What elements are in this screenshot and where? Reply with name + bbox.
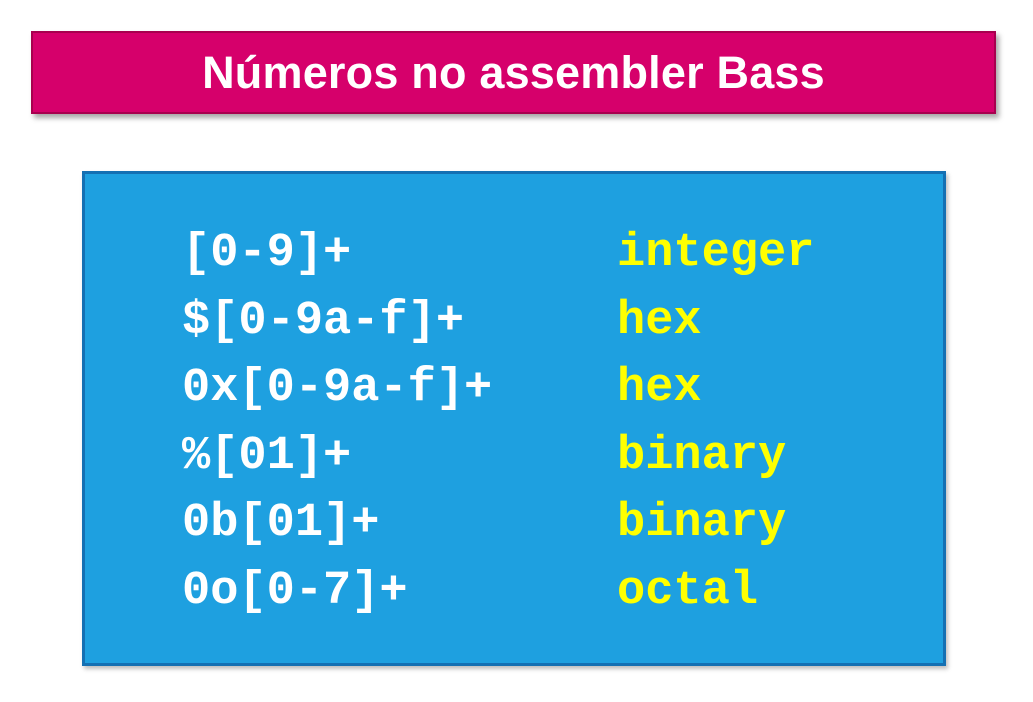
format-pattern: [0-9]+ bbox=[182, 227, 352, 281]
format-row: [0-9]+ integer bbox=[182, 220, 814, 288]
format-row: 0b[01]+ binary bbox=[182, 490, 814, 558]
number-formats-box: [0-9]+ integer $[0-9a-f]+ hex 0x[0-9a-f]… bbox=[82, 171, 946, 666]
format-label: octal bbox=[617, 564, 759, 618]
title-banner: Números no assembler Bass bbox=[31, 31, 996, 114]
slide-title: Números no assembler Bass bbox=[202, 46, 825, 98]
format-pattern: $[0-9a-f]+ bbox=[182, 294, 465, 348]
format-label: binary bbox=[617, 497, 787, 551]
format-row: %[01]+ binary bbox=[182, 423, 814, 491]
format-pattern: 0o[0-7]+ bbox=[182, 564, 408, 618]
format-label: hex bbox=[617, 294, 702, 348]
format-pattern: 0x[0-9a-f]+ bbox=[182, 362, 493, 416]
format-label: integer bbox=[617, 227, 815, 281]
number-formats-list: [0-9]+ integer $[0-9a-f]+ hex 0x[0-9a-f]… bbox=[182, 220, 814, 625]
format-pattern: %[01]+ bbox=[182, 429, 352, 483]
format-row: 0o[0-7]+ octal bbox=[182, 558, 814, 626]
format-label: binary bbox=[617, 429, 787, 483]
format-pattern: 0b[01]+ bbox=[182, 497, 380, 551]
format-label: hex bbox=[617, 362, 702, 416]
format-row: $[0-9a-f]+ hex bbox=[182, 288, 814, 356]
format-row: 0x[0-9a-f]+ hex bbox=[182, 355, 814, 423]
